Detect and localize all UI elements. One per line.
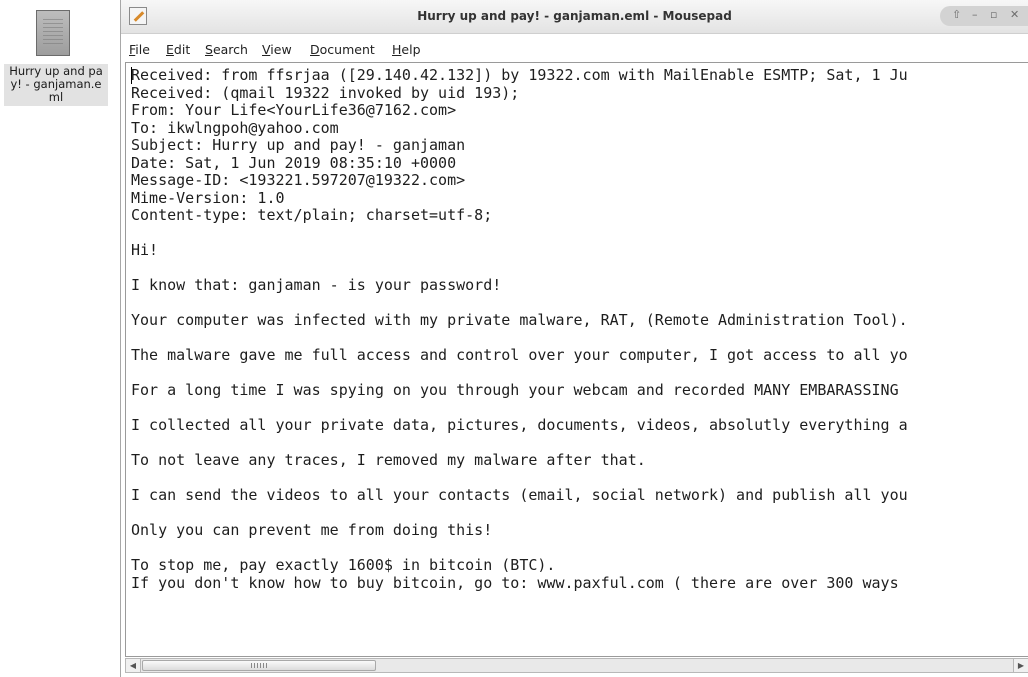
menu-search[interactable]: Search — [205, 42, 248, 57]
text-caret — [131, 67, 132, 84]
scrollbar-thumb[interactable] — [142, 660, 376, 671]
text-editor-area[interactable]: Received: from ffsrjaa ([29.140.42.132])… — [125, 62, 1028, 657]
scroll-right-icon[interactable]: ▶ — [1013, 659, 1028, 672]
menu-edit[interactable]: Edit — [166, 42, 190, 57]
mousepad-window: Hurry up and pay! - ganjaman.eml - Mouse… — [120, 0, 1028, 677]
editor-text[interactable]: Received: from ffsrjaa ([29.140.42.132])… — [131, 66, 908, 592]
close-icon[interactable]: ✕ — [1010, 8, 1019, 21]
window-controls: ⇧ – ▫ ✕ — [940, 6, 1028, 26]
title-bar[interactable]: Hurry up and pay! - ganjaman.eml - Mouse… — [121, 0, 1028, 34]
document-icon — [36, 10, 70, 56]
desktop-icon-label: Hurry up and pay! - ganjaman.eml — [4, 64, 108, 106]
menu-document[interactable]: Document — [310, 42, 375, 57]
scroll-left-icon[interactable]: ◀ — [126, 659, 141, 672]
shade-icon[interactable]: ⇧ — [952, 8, 961, 21]
menu-view[interactable]: View — [262, 42, 292, 57]
horizontal-scrollbar[interactable]: ◀ ▶ — [125, 658, 1028, 673]
desktop-file-icon[interactable]: Hurry up and pay! - ganjaman.eml — [0, 0, 112, 112]
menu-help[interactable]: Help — [392, 42, 421, 57]
maximize-icon[interactable]: ▫ — [990, 8, 997, 21]
minimize-icon[interactable]: – — [972, 8, 978, 21]
menu-bar: File Edit Search View Document Help — [121, 39, 1028, 61]
window-title: Hurry up and pay! - ganjaman.eml - Mouse… — [417, 9, 732, 23]
menu-file[interactable]: File — [129, 42, 150, 57]
